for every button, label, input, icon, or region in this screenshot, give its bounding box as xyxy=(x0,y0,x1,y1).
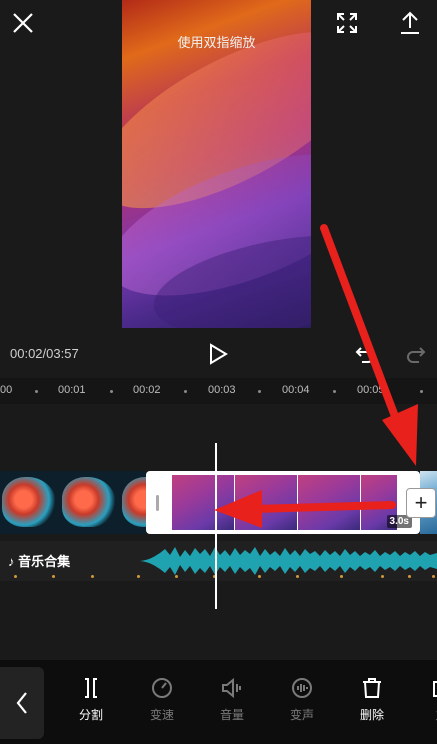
voice-change-button[interactable]: 变声 xyxy=(277,676,327,723)
plus-icon: + xyxy=(414,490,428,515)
beat-marker xyxy=(340,575,343,578)
play-icon xyxy=(210,343,228,365)
annotation-arrowhead xyxy=(382,404,418,466)
ruler-tick: 00:01 xyxy=(58,384,86,396)
beat-marker xyxy=(258,575,261,578)
audio-track-label: ♪ 音乐合集 xyxy=(8,551,70,570)
speed-icon xyxy=(152,678,172,698)
fullscreen-button[interactable] xyxy=(335,11,359,35)
redo-icon xyxy=(407,347,426,363)
voice-change-label: 变声 xyxy=(289,708,314,722)
undo-icon xyxy=(355,347,374,363)
play-button[interactable] xyxy=(207,343,229,365)
beat-marker xyxy=(296,575,299,578)
export-icon xyxy=(401,11,419,34)
ruler-dot xyxy=(35,390,38,393)
ruler-dot xyxy=(184,390,187,393)
volume-icon xyxy=(222,677,241,699)
clip-thumbnail xyxy=(122,477,146,527)
beat-marker xyxy=(408,575,411,578)
beat-marker xyxy=(52,575,55,578)
ruler-tick: 00:05 xyxy=(357,384,385,396)
clip-thumbnail xyxy=(2,477,56,527)
audio-track[interactable]: ♪ 音乐合集 xyxy=(0,541,437,581)
fullscreen-icon xyxy=(337,13,357,33)
ruler-dot xyxy=(110,390,113,393)
playback-time: 00:02/03:57 xyxy=(10,346,79,361)
ruler-tick: 00:04 xyxy=(282,384,310,396)
delete-label: 删除 xyxy=(359,708,384,722)
time-ruler[interactable]: 00 00:01 00:02 00:03 00:04 00:05 xyxy=(0,378,437,404)
beat-marker xyxy=(91,575,94,578)
audio-track-title: 音乐合集 xyxy=(18,554,71,569)
volume-button[interactable]: 音量 xyxy=(207,676,257,723)
ruler-dot xyxy=(258,390,261,393)
volume-label: 音量 xyxy=(219,708,244,722)
close-icon xyxy=(13,13,33,33)
split-button[interactable]: 分割 xyxy=(66,676,116,723)
back-button[interactable] xyxy=(0,667,44,739)
redo-button[interactable] xyxy=(405,343,427,365)
copy-button[interactable]: 复 xyxy=(417,676,437,723)
export-button[interactable] xyxy=(398,10,422,36)
pinch-zoom-hint: 使用双指缩放 xyxy=(177,35,256,50)
voice-change-icon xyxy=(292,678,312,698)
copy-label: 复 xyxy=(417,706,437,723)
beat-marker xyxy=(432,575,435,578)
undo-button[interactable] xyxy=(354,343,376,365)
video-clip-selected[interactable]: 3.0s xyxy=(146,471,420,534)
beat-marker xyxy=(14,575,17,578)
copy-icon xyxy=(433,681,437,697)
trim-handle-left[interactable] xyxy=(156,495,159,511)
speed-label: 变速 xyxy=(149,708,174,722)
ruler-tick: 00:03 xyxy=(208,384,236,396)
speed-button[interactable]: 变速 xyxy=(137,676,187,723)
split-label: 分割 xyxy=(78,708,103,722)
music-note-icon: ♪ xyxy=(8,554,19,569)
clip-thumbnail xyxy=(172,475,234,530)
beat-marker xyxy=(137,575,140,578)
add-clip-button[interactable]: + xyxy=(406,488,436,518)
beat-marker xyxy=(381,575,384,578)
clip-thumbnail xyxy=(298,475,360,530)
delete-button[interactable]: 删除 xyxy=(347,676,397,723)
delete-icon xyxy=(363,678,381,698)
beat-marker xyxy=(175,575,178,578)
clip-thumbnail xyxy=(62,477,116,527)
clip-thumbnail xyxy=(235,475,297,530)
close-button[interactable] xyxy=(10,10,36,36)
playhead[interactable] xyxy=(215,443,217,609)
ruler-dot xyxy=(333,390,336,393)
ruler-dot xyxy=(420,390,423,393)
video-clip-previous[interactable] xyxy=(0,471,146,534)
chevron-left-icon xyxy=(16,692,27,714)
split-icon xyxy=(85,678,97,698)
ruler-tick: 00:02 xyxy=(133,384,161,396)
ruler-tick: 00 xyxy=(0,384,13,396)
